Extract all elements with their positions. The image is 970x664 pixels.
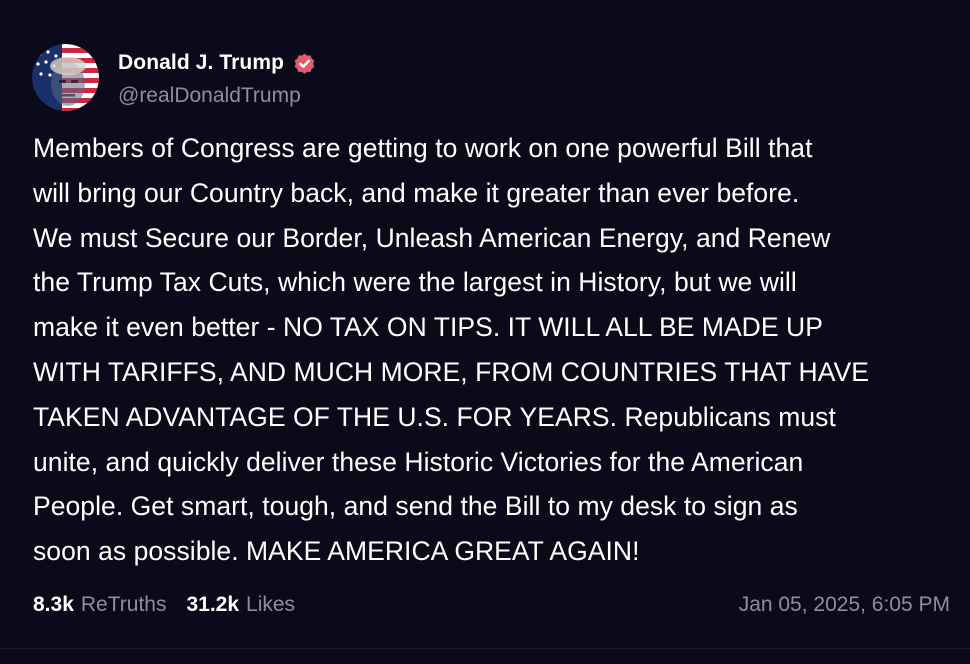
retruths-label: ReTruths [80, 593, 167, 616]
likes-stat[interactable]: 31.2k Likes [186, 593, 295, 617]
retruths-stat[interactable]: 8.3k ReTruths [33, 593, 166, 617]
truth-post: Donald J. Trump @realDonaldTrump Members… [0, 0, 970, 664]
likes-count: 31.2k [186, 593, 240, 616]
avatar[interactable] [32, 44, 99, 111]
likes-label: Likes [246, 593, 296, 616]
post-timestamp[interactable]: Jan 05, 2025, 6:05 PM [739, 593, 950, 617]
display-name[interactable]: Donald J. Trump [118, 51, 284, 75]
display-name-row: Donald J. Trump [118, 48, 317, 78]
author-names: Donald J. Trump @realDonaldTrump [118, 48, 317, 108]
post-text: Members of Congress are getting to work … [33, 133, 869, 567]
post-header: Donald J. Trump @realDonaldTrump [32, 44, 317, 112]
retruths-count: 8.3k [33, 593, 74, 616]
post-footer: 8.3k ReTruths 31.2k Likes Jan 05, 2025, … [33, 590, 950, 620]
verified-badge-icon [292, 51, 317, 76]
flag-portrait-avatar [32, 44, 99, 111]
author-handle[interactable]: @realDonaldTrump [118, 84, 317, 108]
divider [0, 648, 970, 649]
